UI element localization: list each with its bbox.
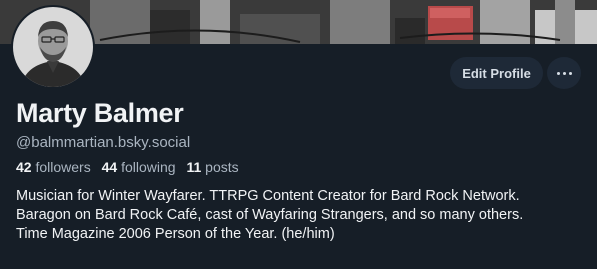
following-link[interactable]: 44 following — [102, 159, 176, 175]
posts-count: 11 — [186, 159, 202, 175]
following-label: following — [121, 159, 176, 175]
bio-line: Baragon on Bard Rock Café, cast of Wayfa… — [16, 207, 524, 223]
avatar-image — [13, 7, 93, 87]
edit-profile-label: Edit Profile — [462, 65, 531, 81]
user-handle: @balmmartian.bsky.social — [16, 134, 191, 151]
following-count: 44 — [101, 159, 118, 175]
profile-bio: Musician for Winter Wayfarer. TTRPG Cont… — [16, 187, 591, 244]
avatar[interactable] — [11, 5, 95, 89]
more-options-button[interactable] — [547, 57, 581, 89]
bio-line: Time Magazine 2006 Person of the Year. (… — [16, 226, 335, 242]
display-name: Marty Balmer — [16, 98, 184, 128]
profile-stats: 42 followers 44 following 11 posts — [16, 159, 246, 175]
followers-label: followers — [35, 159, 91, 175]
posts-label: posts — [205, 159, 239, 175]
bio-line: Musician for Winter Wayfarer. TTRPG Cont… — [16, 188, 520, 204]
ellipsis-icon — [556, 71, 572, 75]
followers-count: 42 — [16, 159, 32, 175]
followers-link[interactable]: 42 followers — [16, 159, 91, 175]
edit-profile-button[interactable]: Edit Profile — [450, 57, 543, 89]
posts-stat: 11 posts — [186, 159, 238, 175]
